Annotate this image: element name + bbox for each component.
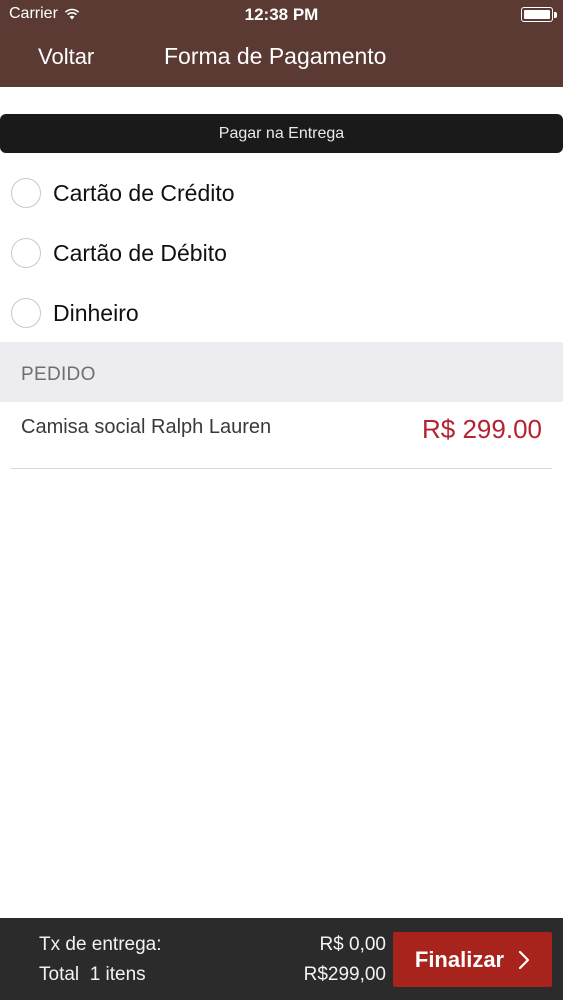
nav-bar: Voltar Forma de Pagamento <box>0 30 563 87</box>
total-value: R$299,00 <box>303 964 386 985</box>
list-item: Camisa social Ralph Lauren R$ 299.00 <box>0 402 563 470</box>
status-bar: Carrier 12:38 PM <box>0 0 563 30</box>
total-label: Total 1 itens <box>39 964 146 986</box>
finalize-button[interactable]: Finalizar <box>393 932 552 987</box>
radio-circle-icon[interactable] <box>11 238 41 268</box>
payment-options: Cartão de Crédito Cartão de Débito Dinhe… <box>0 163 563 343</box>
total-label-text: Total <box>39 964 80 985</box>
payment-option-debit-card[interactable]: Cartão de Débito <box>0 223 563 283</box>
order-item-price: R$ 299.00 <box>422 414 542 444</box>
chevron-right-icon <box>519 950 530 969</box>
delivery-fee-label: Tx de entrega: <box>39 934 162 955</box>
payment-option-cash[interactable]: Dinheiro <box>0 283 563 343</box>
radio-circle-icon[interactable] <box>11 298 41 328</box>
total-item-count: 1 itens <box>89 964 146 985</box>
page-title: Forma de Pagamento <box>164 43 387 69</box>
battery-icon <box>521 7 557 22</box>
radio-circle-icon[interactable] <box>11 178 41 208</box>
delivery-fee-value: R$ 0,00 <box>319 934 386 955</box>
payment-option-label: Cartão de Débito <box>53 239 227 266</box>
payment-option-label: Dinheiro <box>53 299 139 326</box>
order-item-name: Camisa social Ralph Lauren <box>21 416 272 438</box>
divider <box>11 468 552 469</box>
payment-option-label: Cartão de Crédito <box>53 179 235 206</box>
payment-option-credit-card[interactable]: Cartão de Crédito <box>0 163 563 223</box>
back-button[interactable]: Voltar <box>38 44 94 70</box>
app-header: Carrier 12:38 PM Voltar Forma de Pagamen… <box>0 0 563 87</box>
finalize-label: Finalizar <box>414 946 505 972</box>
order-section-header: PEDIDO <box>0 342 563 402</box>
checkout-footer: Tx de entrega: R$ 0,00 Total 1 itens R$2… <box>0 918 563 1000</box>
status-time: 12:38 PM <box>244 5 319 24</box>
section-title: PEDIDO <box>21 364 96 385</box>
pay-on-delivery-bar: Pagar na Entrega <box>0 114 563 153</box>
